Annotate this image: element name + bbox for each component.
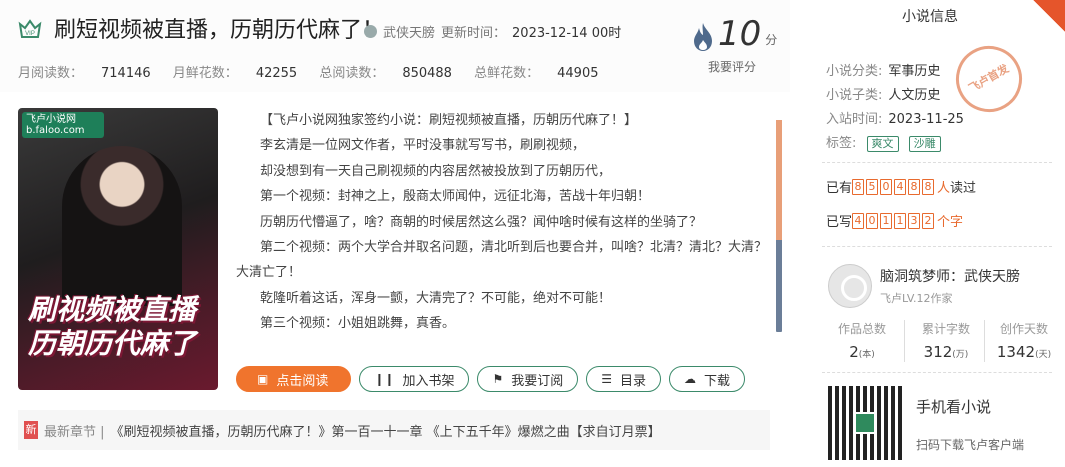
- desc-line: 历朝历代懵逼了，啥？商朝的时候居然这么强？闻仲啥时候有这样的坐骑了？: [260, 214, 703, 230]
- sidebar-title: 小说信息: [902, 9, 958, 25]
- divider: [822, 162, 1052, 163]
- category-row: 小说分类: 军事历史: [826, 64, 941, 79]
- novel-info-sidebar: 小说信息 小说分类: 军事历史 小说子类: 人文历史 入站时间: 2023-11-25…: [808, 0, 1065, 467]
- counter-digit: 4: [894, 178, 907, 195]
- faloo-app-icon: [854, 412, 876, 434]
- month-flower-stat: 月鲜花数： 42255: [172, 66, 298, 81]
- download-button[interactable]: ☁ 下载: [669, 366, 746, 392]
- toc-button[interactable]: ☰ 目录: [586, 366, 662, 392]
- updated-date: 2023-12-14 00时: [512, 26, 622, 41]
- book-header: VIP 刷短视频被直播，历朝历代麻了！ 武侠天膀 更新时间： 2023-12-1…: [0, 0, 790, 92]
- stat-divider: [904, 320, 905, 362]
- author-avatar[interactable]: [828, 264, 872, 308]
- counter-digit: 8: [908, 178, 921, 195]
- counter-digit: 1: [880, 212, 893, 229]
- cover-figure: [62, 146, 182, 306]
- desc-line: 乾隆听着这话，浑身一颤，大清完了？不可能，绝对不可能！: [260, 290, 612, 306]
- category-link[interactable]: 军事历史: [888, 64, 940, 79]
- bookmark-icon: ⚑: [492, 372, 504, 386]
- flame-icon: [694, 23, 712, 51]
- app-qr-code: [826, 384, 904, 462]
- counter-digit: 0: [866, 212, 879, 229]
- list-icon: ☰: [601, 372, 613, 386]
- total-read-stat: 总阅读数： 850488: [319, 66, 452, 81]
- scan-download-text: 扫码下载飞卢客户端: [916, 438, 1025, 452]
- desc-line: 第二个视频：两个大学合并取名问题，清北听到后也要合并，叫啥？北清？清北？大清？大…: [236, 240, 768, 281]
- total-words: 累计字数 312(万): [921, 322, 970, 361]
- score-display: 10 分: [692, 16, 777, 52]
- user-icon: [364, 25, 377, 38]
- add-shelf-button[interactable]: ❙❙ 加入书架: [359, 366, 470, 392]
- svg-text:VIP: VIP: [25, 31, 35, 37]
- book-stats: 月阅读数： 714146 月鲜花数： 42255 总阅读数： 850488 总鲜花数：…: [18, 62, 616, 81]
- tag-item[interactable]: 沙雕: [908, 136, 941, 152]
- total-flower-stat: 总鲜花数： 44905: [474, 66, 599, 81]
- cloud-download-icon: ☁: [684, 372, 697, 386]
- month-read-stat: 月阅读数： 714146: [18, 66, 151, 81]
- subcategory-row: 小说子类: 人文历史: [826, 88, 941, 103]
- updated-label: 更新时间：: [441, 26, 507, 41]
- faloo-logo: 飞卢小说网 b.faloo.com: [22, 112, 104, 138]
- divider: [822, 246, 1052, 247]
- latest-label: 最新章节 |: [44, 424, 105, 440]
- action-buttons: ▣ 点击阅读 ❙❙ 加入书架 ⚑ 我要订阅 ☰ 目录 ☁ 下载: [236, 366, 746, 392]
- readers-counter: 已有 8 5 0 4 8 8 人 读过: [826, 178, 977, 196]
- author-name[interactable]: 脑洞筑梦师：武侠天膀: [880, 266, 1020, 286]
- desc-line: 李玄清是一位网文作者，平时没事就写写书，刷刷视频，: [260, 138, 586, 154]
- vip-crown-icon: VIP: [18, 19, 42, 38]
- desc-line: 却没想到有一天自己刷视频的内容居然被投放到了历朝历代，: [260, 163, 612, 179]
- counter-digit: 0: [880, 178, 893, 195]
- counter-digit: 4: [852, 212, 865, 229]
- score-unit: 分: [765, 33, 778, 47]
- description-scrollbar[interactable]: [776, 120, 782, 332]
- tags-row: 标签: 爽文 沙雕: [826, 132, 941, 152]
- book-title: 刷短视频被直播，历朝历代麻了！: [54, 18, 385, 43]
- score-value: 10: [718, 14, 762, 54]
- counter-digit: 8: [922, 178, 935, 195]
- tag-item[interactable]: 爽文: [866, 136, 899, 152]
- read-button[interactable]: ▣ 点击阅读: [236, 366, 352, 392]
- author-link[interactable]: 武侠天膀: [383, 22, 435, 41]
- writing-days: 创作天数 1342(天): [996, 322, 1052, 361]
- mobile-read-title: 手机看小说: [916, 398, 992, 416]
- counter-digit: 2: [922, 212, 935, 229]
- desc-line: 【飞卢小说网独家签约小说：刷短视频被直播，历朝历代麻了！】: [260, 113, 638, 128]
- cover-title: 刷视频被直播 历朝历代麻了: [28, 293, 197, 360]
- counter-digit: 3: [908, 212, 921, 229]
- book-description: 【飞卢小说网独家签约小说：刷短视频被直播，历朝历代麻了！】 李玄清是一位网文作者…: [236, 108, 774, 348]
- counter-digit: 1: [894, 212, 907, 229]
- counter-digit: 8: [852, 178, 865, 195]
- subcategory-link[interactable]: 人文历史: [888, 88, 940, 103]
- latest-chapter-link[interactable]: 《刷短视频被直播，历朝历代麻了！》第一百一十一章 《上下五千年》爆燃之曲【求自订…: [111, 421, 661, 440]
- works-count: 作品总数 2(本): [837, 322, 886, 361]
- rate-link[interactable]: 我要评分: [708, 58, 756, 75]
- corner-ribbon: [1033, 0, 1065, 32]
- bookshelf-icon: ❙❙: [374, 372, 395, 386]
- desc-line: 第三个视频：小姐姐跳舞，真香。: [260, 316, 456, 332]
- divider: [822, 372, 1052, 373]
- book-detail-panel: VIP 刷短视频被直播，历朝历代麻了！ 武侠天膀 更新时间： 2023-12-1…: [0, 0, 790, 467]
- author-level: 飞卢LV.12作家: [880, 292, 953, 305]
- subscribe-button[interactable]: ⚑ 我要订阅: [477, 366, 579, 392]
- desc-line: 第一个视频：封神之上，殷商太师闻仲，远征北海，苦战十年归朝！: [260, 189, 651, 205]
- book-cover[interactable]: 飞卢小说网 b.faloo.com 刷视频被直播 历朝历代麻了: [18, 108, 218, 390]
- new-badge: 新: [24, 421, 38, 439]
- join-date-row: 入站时间: 2023-11-25: [826, 112, 964, 127]
- words-counter: 已写 4 0 1 1 3 2 个字: [826, 212, 964, 230]
- counter-digit: 5: [866, 178, 879, 195]
- scrollbar-thumb[interactable]: [776, 120, 782, 240]
- book-open-icon: ▣: [257, 372, 269, 386]
- author-line: 武侠天膀 更新时间： 2023-12-14 00时: [364, 22, 621, 41]
- latest-chapter-bar: 新 最新章节 | 《刷短视频被直播，历朝历代麻了！》第一百一十一章 《上下五千年…: [18, 410, 770, 450]
